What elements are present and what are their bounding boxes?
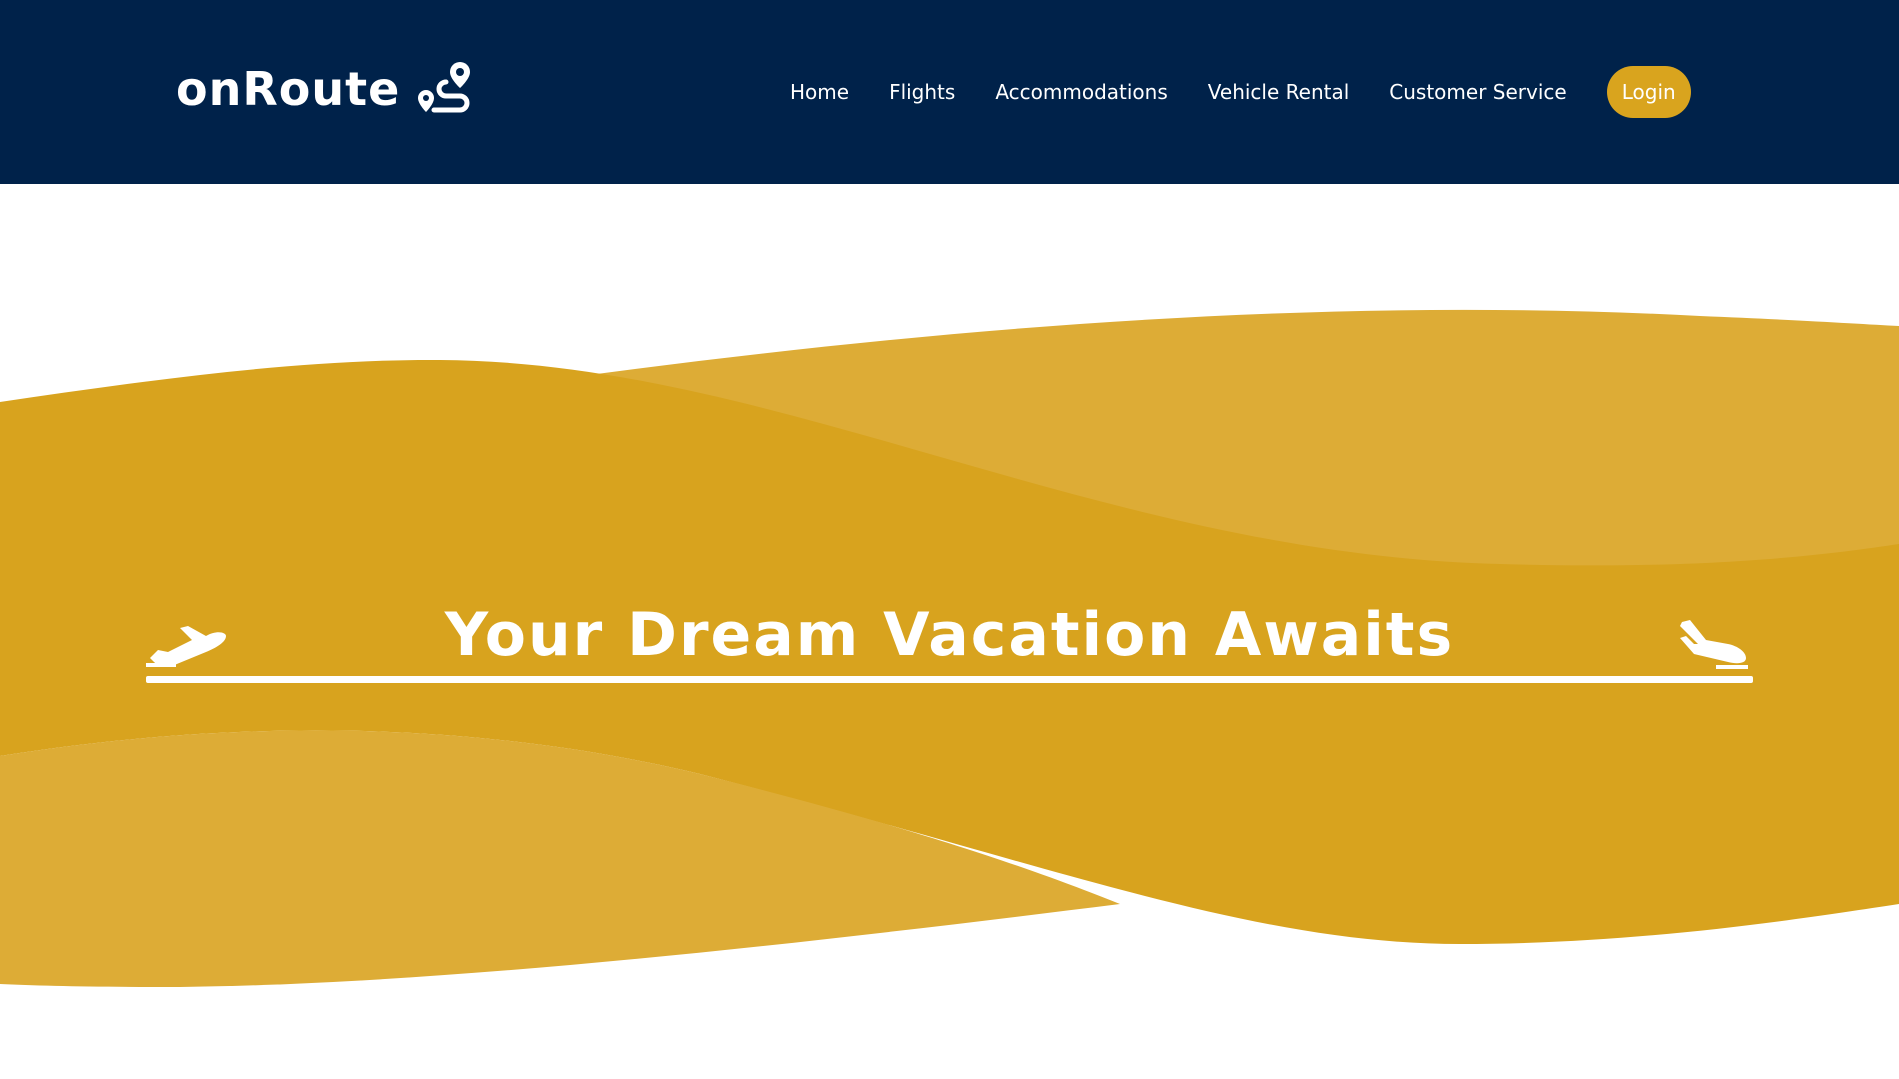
route-pin-icon — [418, 62, 471, 113]
top-navbar: onRoute Home Flights Accommodations Vehi… — [0, 0, 1899, 184]
main-nav: Home Flights Accommodations Vehicle Rent… — [790, 64, 1691, 120]
nav-accommodations-link[interactable]: Accommodations — [995, 82, 1167, 102]
brand-name: onRoute — [176, 62, 401, 116]
brand-logo[interactable]: onRoute — [176, 58, 474, 120]
nav-customer-service-link[interactable]: Customer Service — [1389, 82, 1566, 102]
hero-title: Your Dream Vacation Awaits — [444, 600, 1455, 670]
nav-home-link[interactable]: Home — [790, 82, 849, 102]
plane-landing-icon — [1680, 620, 1748, 669]
nav-vehicle-rental-link[interactable]: Vehicle Rental — [1208, 82, 1350, 102]
nav-flights-link[interactable]: Flights — [889, 82, 955, 102]
login-button[interactable]: Login — [1606, 66, 1691, 118]
hero-underline — [146, 676, 1753, 683]
